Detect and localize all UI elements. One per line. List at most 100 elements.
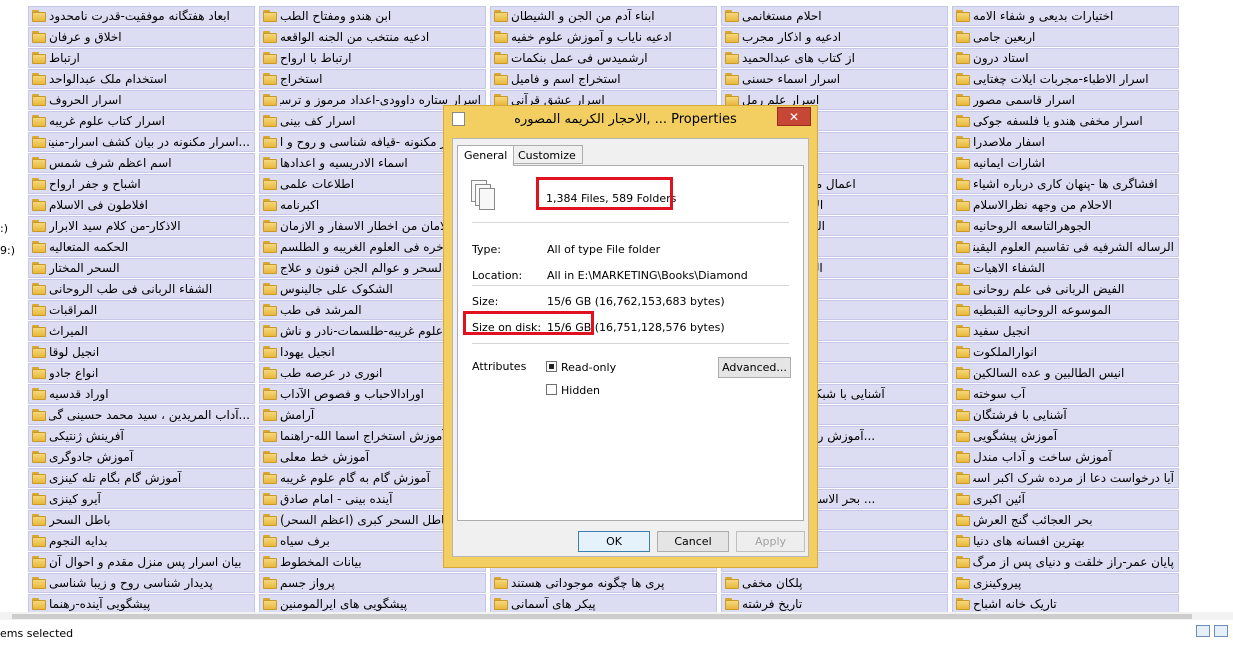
tab-general[interactable]: General [457, 145, 515, 166]
large-icons-view-icon[interactable] [1214, 625, 1228, 637]
folder-item[interactable]: پیکر های آسمانی [490, 594, 717, 614]
folder-item[interactable]: بیان اسرار پس منزل مقدم و احوال آن [28, 552, 255, 572]
folder-item[interactable]: انجیل سفید [952, 321, 1179, 341]
folder-icon [956, 304, 970, 316]
folder-item[interactable]: آموزش گام بگام تله کینزی [28, 468, 255, 488]
folder-item[interactable]: اسرار مخفی هندو یا فلسفه جوکی [952, 111, 1179, 131]
folder-item[interactable]: ...آداب المریدین ، سید محمد حسینی گی [28, 405, 255, 425]
folder-item[interactable]: انجیل لوقا [28, 342, 255, 362]
folder-item[interactable]: افلاطون فی الاسلام [28, 195, 255, 215]
folder-item[interactable]: ...اسرار مکنونه در بیان کشف اسرار-منیتیز… [28, 132, 255, 152]
folder-item[interactable]: اسرار الحروف [28, 90, 255, 110]
folder-item[interactable]: اربعین جامی [952, 27, 1179, 47]
folder-item[interactable]: بدایه النجوم [28, 531, 255, 551]
dialog-titlebar[interactable]: Properties ... ,الاحجار الکریمه المصوره … [444, 106, 817, 136]
folder-item[interactable]: الحکمه المتعالیه [28, 237, 255, 257]
folder-item[interactable]: الرساله الشرفیه فی تقاسیم العلوم الیقینی… [952, 237, 1179, 257]
folder-item[interactable]: آئین اکبری [952, 489, 1179, 509]
folder-item[interactable]: آب سوخته [952, 384, 1179, 404]
folder-name: اسرار مخفی هندو یا فلسفه جوکی [973, 114, 1143, 128]
folder-item[interactable]: انیس الطالبین و عده السالکین [952, 363, 1179, 383]
folder-item[interactable]: اسفار ملاصدرا [952, 132, 1179, 152]
size-label: Size: [472, 295, 499, 308]
folder-item[interactable]: استخراج اسم و فامیل [490, 69, 717, 89]
folder-item[interactable]: الاحلام من وجهه نظرالاسلام [952, 195, 1179, 215]
folder-name: اربعین جامی [973, 30, 1036, 44]
folder-item[interactable]: آموزش پیشگویی [952, 426, 1179, 446]
advanced-button[interactable]: Advanced... [718, 357, 791, 378]
folder-icon [263, 598, 277, 610]
apply-button[interactable]: Apply [736, 531, 805, 552]
folder-item[interactable]: الفیض الربانی فی علم روحانی [952, 279, 1179, 299]
folder-item[interactable]: افشاگری ها -پنهان کاری درباره اشیاء [952, 174, 1179, 194]
folder-item[interactable]: پیروکینزی [952, 573, 1179, 593]
folder-item[interactable]: الشفاء الاهیات [952, 258, 1179, 278]
folder-item[interactable]: اختیارات بدیعی و شفاء الامه [952, 6, 1179, 26]
folder-item[interactable]: آیا درخواست دعا از مرده شرک اکبر است؟ [952, 468, 1179, 488]
folder-item[interactable]: ادعیه منتخب من الجنه الواقعه [259, 27, 486, 47]
nav-fragment: 9:) [0, 244, 15, 257]
folder-item[interactable]: اسم اعظم شرف شمس [28, 153, 255, 173]
readonly-checkbox[interactable] [546, 361, 557, 372]
scrollbar-thumb[interactable] [12, 614, 1192, 619]
folder-icon [32, 136, 46, 148]
folder-item[interactable]: اشباح و جفر ارواح [28, 174, 255, 194]
folder-item[interactable]: ادعیه و اذکار مجرب [721, 27, 948, 47]
folder-item[interactable]: اوراد قدسیه [28, 384, 255, 404]
folder-item[interactable]: انوارالملکوت [952, 342, 1179, 362]
folder-item[interactable]: الاذکار-من کلام سید الابرار [28, 216, 255, 236]
folder-item[interactable]: باطل السحر [28, 510, 255, 530]
folder-item[interactable]: پلکان مخفی [721, 573, 948, 593]
folder-item[interactable]: استخراج [259, 69, 486, 89]
folder-item[interactable]: پرواز جسم [259, 573, 486, 593]
folder-item[interactable]: آموزش جادوگری [28, 447, 255, 467]
folder-item[interactable]: اخلاق و عرفان [28, 27, 255, 47]
folder-item[interactable]: احلام مستغانمی [721, 6, 948, 26]
folder-item[interactable]: آموزش ساخت و آداب مندل [952, 447, 1179, 467]
folder-item[interactable]: از کتاب های عبدالحمید [721, 48, 948, 68]
folder-item[interactable]: تاریخ فرشته [721, 594, 948, 614]
folder-item[interactable]: ابن هندو ومفتاح الطب [259, 6, 486, 26]
folder-item[interactable]: استخدام ملک عبدالواحد [28, 69, 255, 89]
folder-icon [725, 73, 739, 85]
folder-item[interactable]: اسرار کتاب علوم غریبه [28, 111, 255, 131]
cancel-button[interactable]: Cancel [657, 531, 729, 552]
folder-item[interactable]: پیشگویی های ایرالمومنین [259, 594, 486, 614]
folder-name: الحکمه المتعالیه [49, 240, 129, 254]
folder-item[interactable]: الشفاء الربانی فی طب الروحانی [28, 279, 255, 299]
folder-item[interactable]: پیشگویی آینده-رهنما [28, 594, 255, 614]
folder-item[interactable]: ابعاد هفتگانه موفقیت-قدرت نامحدود [28, 6, 255, 26]
folder-item[interactable]: الموسوعه الروحانیه القبطیه [952, 300, 1179, 320]
folder-item[interactable]: پری ها چگونه موجوداتی هستند [490, 573, 717, 593]
folder-item[interactable]: ارتباط [28, 48, 255, 68]
folder-icon [32, 241, 46, 253]
folder-item[interactable]: المراقبات [28, 300, 255, 320]
folder-item[interactable]: اسرار اسماء حسنی [721, 69, 948, 89]
ok-button[interactable]: OK [578, 531, 650, 552]
folder-item[interactable]: ادعیه نایاب و آموزش علوم خفیه [490, 27, 717, 47]
close-button[interactable]: ✕ [777, 107, 811, 126]
folder-item[interactable]: السحر المختار [28, 258, 255, 278]
folder-name: بحر العجائب گنج العرش [973, 513, 1093, 527]
tab-customize[interactable]: Customize [511, 145, 583, 164]
folder-item[interactable]: آیرو کینزی [28, 489, 255, 509]
folder-item[interactable]: ارتباط با ارواح [259, 48, 486, 68]
folder-item[interactable]: الجوهرالتاسعه الروحانیه [952, 216, 1179, 236]
folder-item[interactable]: پایان عمر-راز خلقت و دنیای پس از مرگ [952, 552, 1179, 572]
folder-item[interactable]: آشنایی با فرشتگان [952, 405, 1179, 425]
details-view-icon[interactable] [1196, 625, 1210, 637]
folder-item[interactable]: ابناء آدم من الجن و الشیطان [490, 6, 717, 26]
folder-item[interactable]: اسرار قاسمی مصور [952, 90, 1179, 110]
folder-item[interactable]: بهترین افسانه های دنیا [952, 531, 1179, 551]
folder-item[interactable]: بحر العجائب گنج العرش [952, 510, 1179, 530]
folder-item[interactable]: تاریک خانه اشباح [952, 594, 1179, 614]
folder-item[interactable]: پدیدار شناسی روح و زیبا شناسی [28, 573, 255, 593]
folder-item[interactable]: اشارات ایمانیه [952, 153, 1179, 173]
folder-item[interactable]: آفرینش ژنتیکی [28, 426, 255, 446]
folder-item[interactable]: ارشمیدس فی عمل بنکمات [490, 48, 717, 68]
folder-item[interactable]: اسرار الاطباء-مجربات ایلات چغتایی [952, 69, 1179, 89]
hidden-checkbox[interactable] [546, 384, 557, 395]
folder-item[interactable]: استاد درون [952, 48, 1179, 68]
folder-item[interactable]: المیراث [28, 321, 255, 341]
folder-item[interactable]: انواع جادو [28, 363, 255, 383]
